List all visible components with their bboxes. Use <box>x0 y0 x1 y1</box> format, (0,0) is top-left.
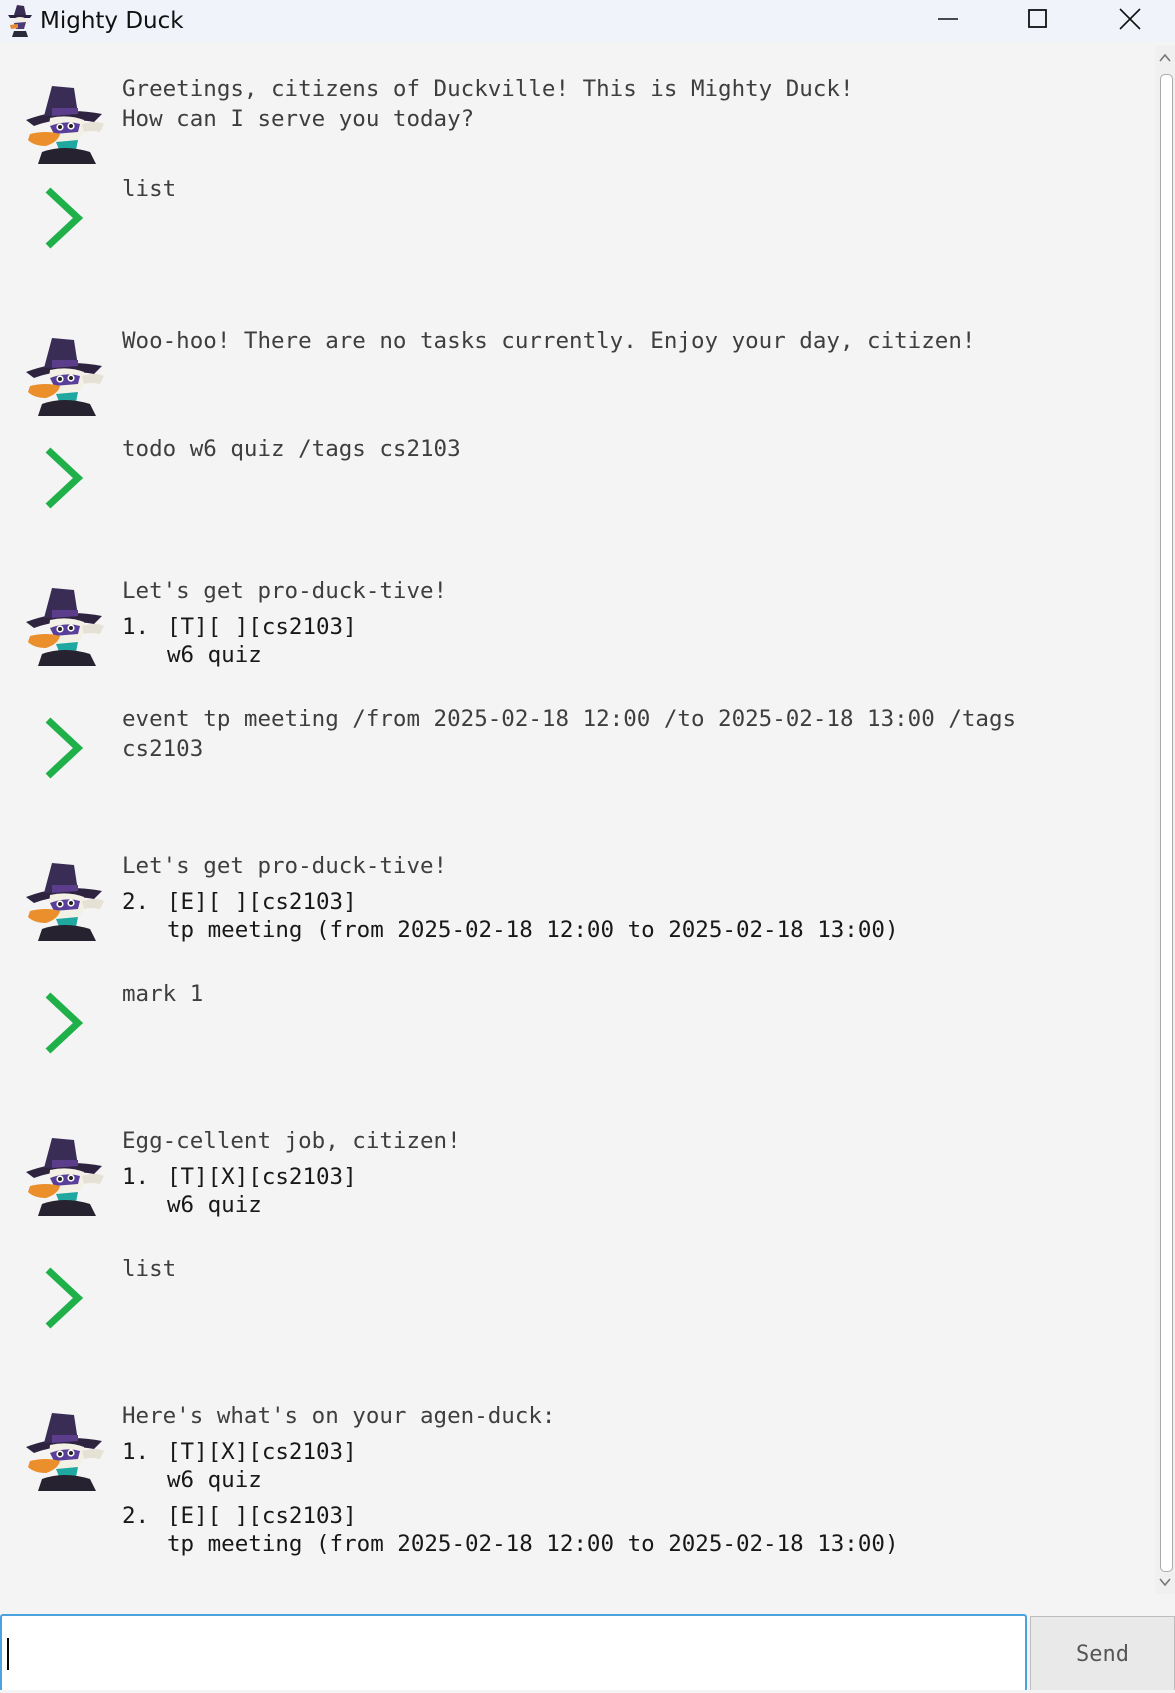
user-message-text: list <box>122 176 177 202</box>
task-item: 1. [T][ ][cs2103] w6 quiz <box>122 612 1122 669</box>
minimize-icon <box>938 18 958 20</box>
text-caret <box>7 1638 9 1670</box>
scrollbar-thumb[interactable] <box>1160 74 1173 1572</box>
task-status-tags: [E][ ][cs2103] <box>167 889 357 915</box>
duck-avatar <box>20 1132 104 1216</box>
chevron-right-icon <box>42 716 86 780</box>
task-description: tp meeting (from 2025-02-18 12:00 to 202… <box>167 917 899 943</box>
bot-message: Let's get pro-duck-tive! 2. [E][ ][cs2103]… <box>122 851 1122 944</box>
task-item: 1. [T][X][cs2103] w6 quiz <box>122 1437 1122 1494</box>
task-number: 1. <box>122 614 150 640</box>
duck-avatar <box>20 80 104 164</box>
task-item: 2. [E][ ][cs2103] tp meeting (from 2025-02… <box>122 1501 1122 1558</box>
task-status-tags: [E][ ][cs2103] <box>167 1503 357 1529</box>
title-bar: Mighty Duck <box>0 0 1175 42</box>
window-title: Mighty Duck <box>40 8 184 34</box>
scroll-up-icon[interactable] <box>1158 52 1172 64</box>
task-number: 2. <box>122 1503 150 1529</box>
maximize-icon <box>1028 9 1047 28</box>
chevron-right-icon <box>42 1266 86 1330</box>
task-item: 2. [E][ ][cs2103] tp meeting (from 2025-02… <box>122 887 1122 944</box>
user-message-text: todo w6 quiz /tags cs2103 <box>122 436 461 462</box>
bot-message: Egg-cellent job, citizen! 1. [T][X][cs2103… <box>122 1126 1122 1219</box>
send-button[interactable]: Send <box>1030 1616 1175 1690</box>
user-message-text: event tp meeting /from 2025-02-18 12:00 … <box>122 706 1017 762</box>
task-number: 2. <box>122 889 150 915</box>
app-icon <box>4 3 36 42</box>
duck-avatar <box>20 857 104 941</box>
scrollbar[interactable] <box>1155 46 1175 1594</box>
bot-message-text: Let's get pro-duck-tive! <box>122 578 448 604</box>
task-description: w6 quiz <box>167 1192 262 1218</box>
bot-message: Woo-hoo! There are no tasks currently. E… <box>122 326 1122 356</box>
duck-avatar <box>20 332 104 416</box>
task-status-tags: [T][X][cs2103] <box>167 1439 357 1465</box>
close-icon <box>1119 8 1141 30</box>
task-description: tp meeting (from 2025-02-18 12:00 to 202… <box>167 1531 899 1557</box>
bot-message: Here's what's on your agen-duck: 1. [T][X]… <box>122 1401 1122 1558</box>
bot-message-text: Here's what's on your agen-duck: <box>122 1403 556 1429</box>
bot-message-text: Let's get pro-duck-tive! <box>122 853 448 879</box>
chevron-right-icon <box>42 446 86 510</box>
bot-message: Let's get pro-duck-tive! 1. [T][ ][cs2103]… <box>122 576 1122 669</box>
chevron-right-icon <box>42 186 86 250</box>
task-description: w6 quiz <box>167 1467 262 1493</box>
dialog-container[interactable]: Greetings, citizens of Duckville! This i… <box>0 46 1155 1590</box>
bot-message: Greetings, citizens of Duckville! This i… <box>122 74 1122 134</box>
user-message-text: mark 1 <box>122 981 204 1007</box>
bot-message-text: Egg-cellent job, citizen! <box>122 1128 461 1154</box>
task-description: w6 quiz <box>167 642 262 668</box>
task-status-tags: [T][ ][cs2103] <box>167 614 357 640</box>
user-input-field[interactable] <box>0 1614 1027 1690</box>
bot-message-text: Woo-hoo! There are no tasks currently. E… <box>122 328 976 354</box>
minimize-button[interactable] <box>903 0 993 40</box>
bot-message-text: Greetings, citizens of Duckville! This i… <box>122 76 854 132</box>
task-number: 1. <box>122 1164 150 1190</box>
task-item: 1. [T][X][cs2103] w6 quiz <box>122 1162 1122 1219</box>
maximize-button[interactable] <box>993 0 1083 40</box>
scroll-down-icon[interactable] <box>1158 1576 1172 1588</box>
close-button[interactable] <box>1085 0 1175 40</box>
duck-avatar <box>20 1407 104 1491</box>
chevron-right-icon <box>42 991 86 1055</box>
task-status-tags: [T][X][cs2103] <box>167 1164 357 1190</box>
task-number: 1. <box>122 1439 150 1465</box>
user-message-text: list <box>122 1256 177 1282</box>
duck-avatar <box>20 582 104 666</box>
